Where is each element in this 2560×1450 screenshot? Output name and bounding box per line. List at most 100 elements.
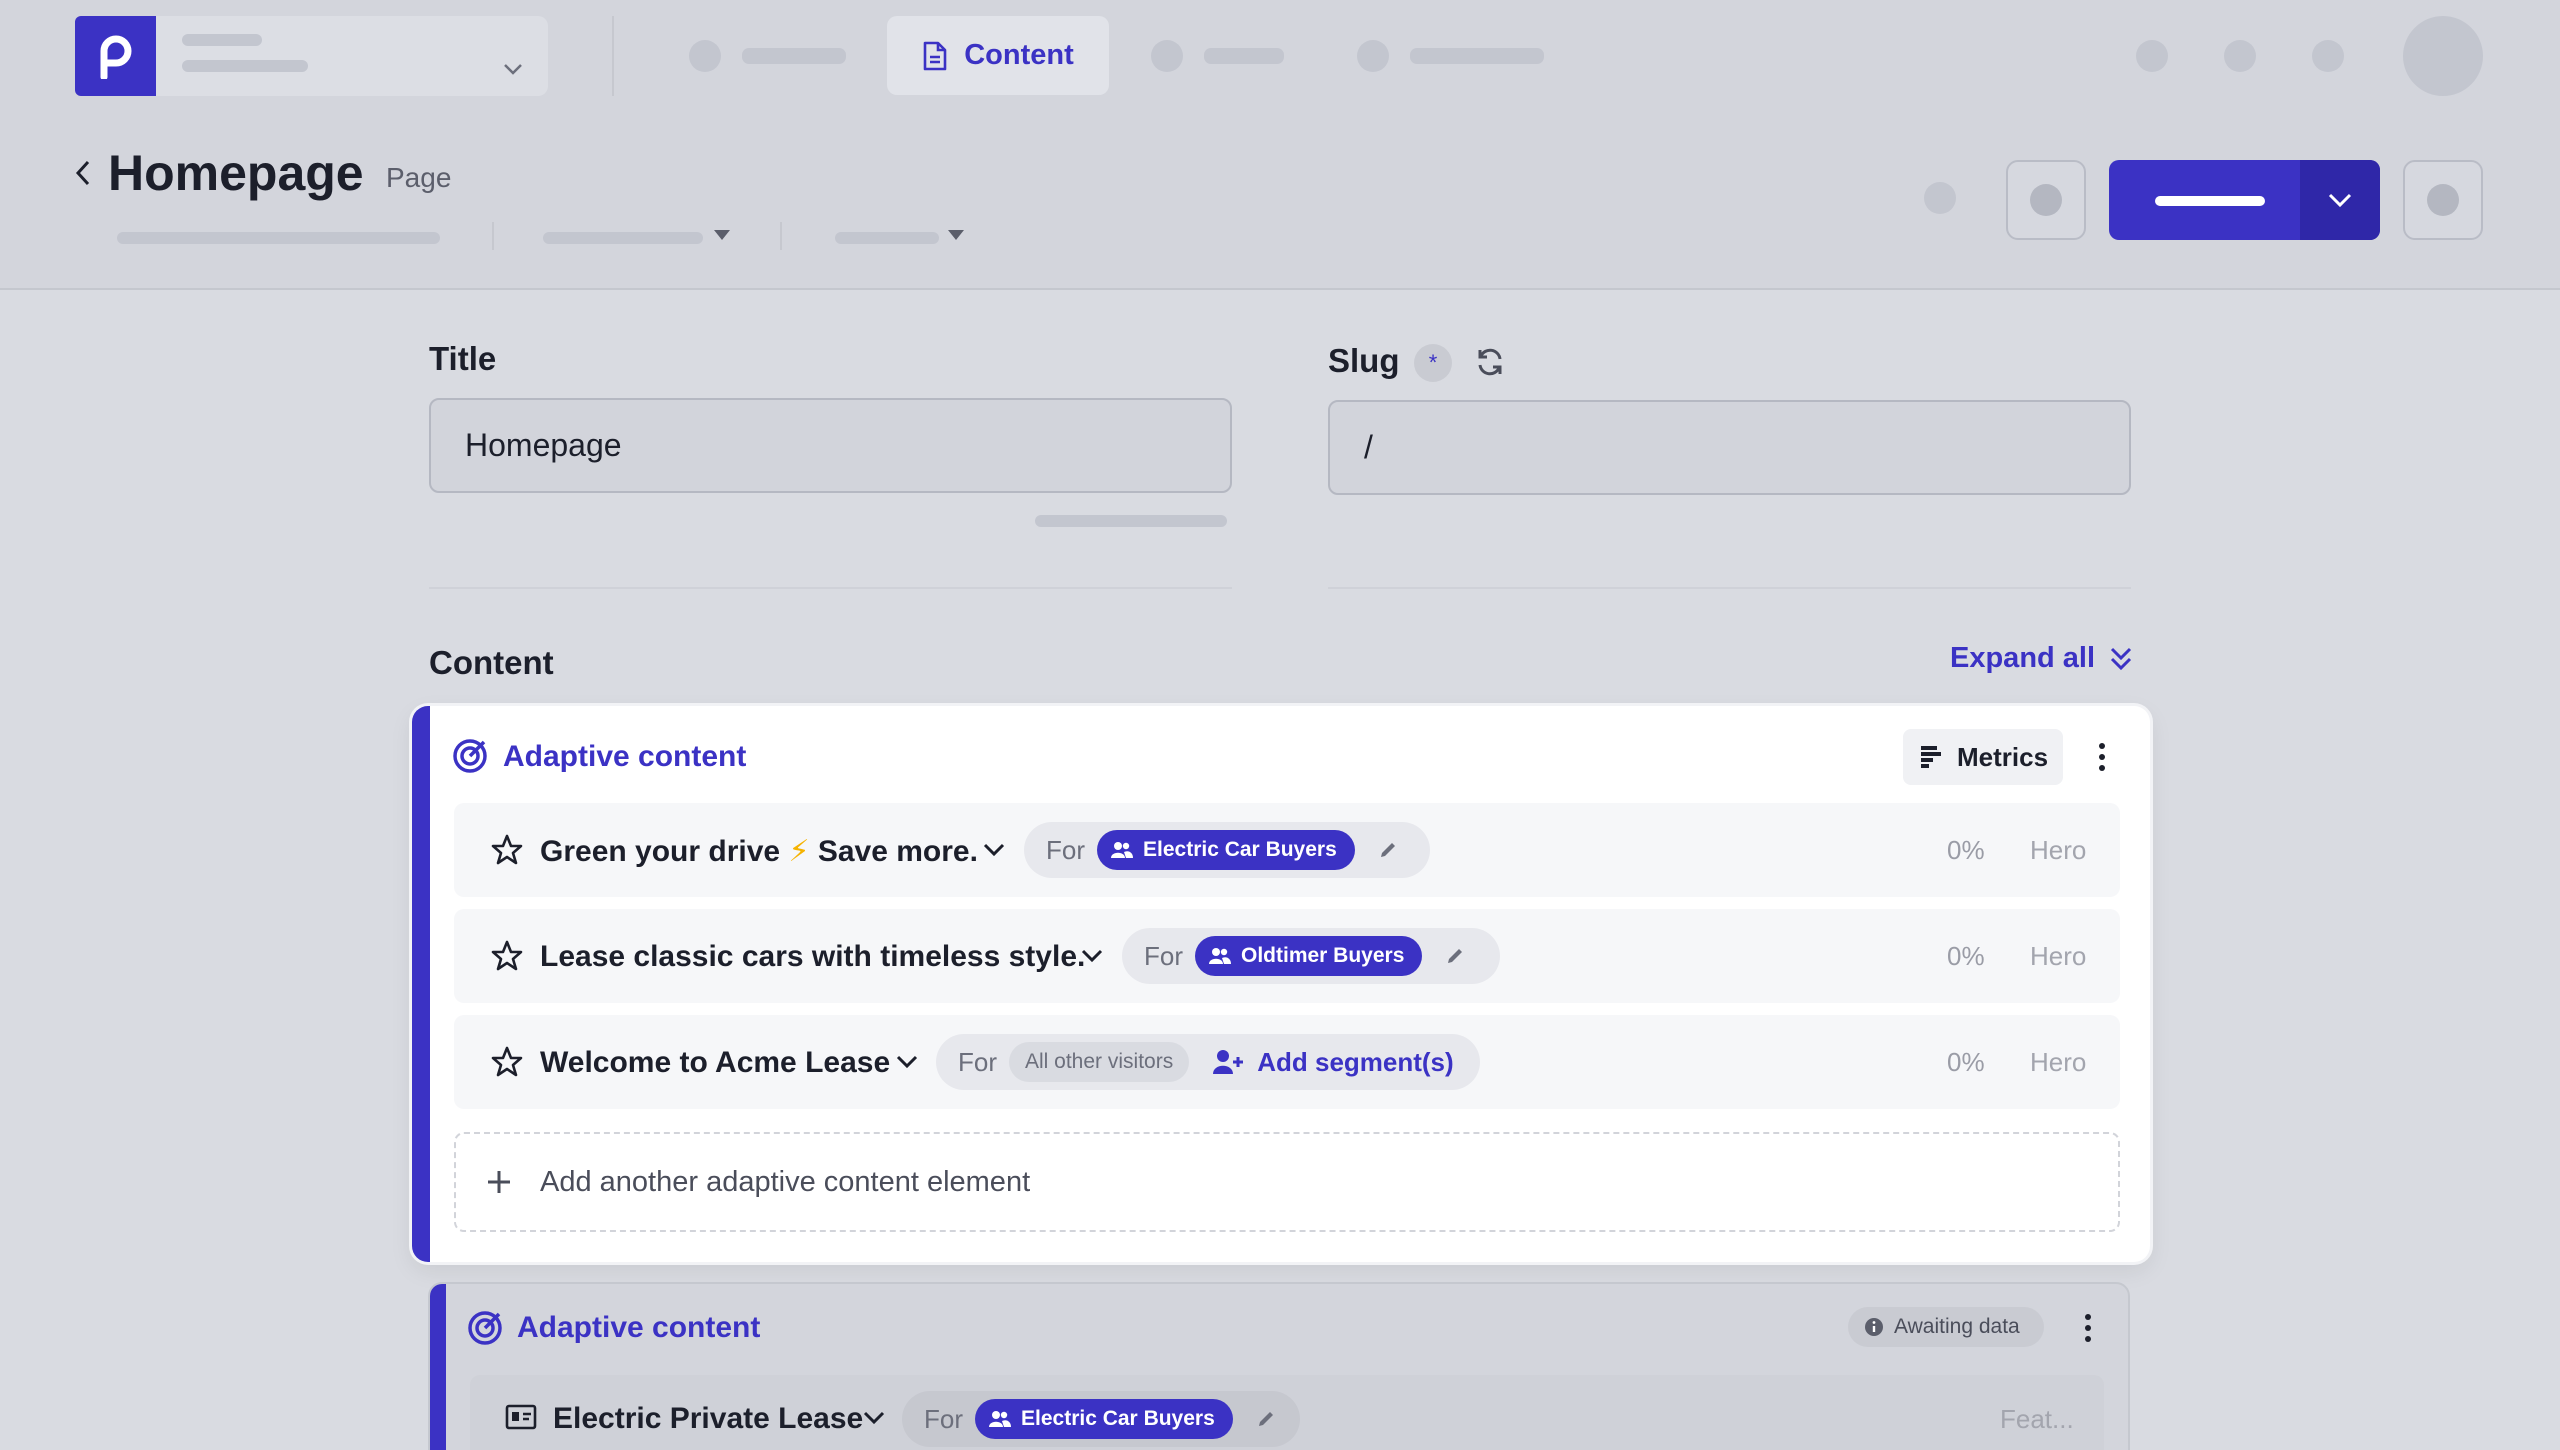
preview-button[interactable] [2006, 160, 2086, 240]
back-icon[interactable] [72, 158, 94, 188]
chevron-down-icon[interactable] [862, 1410, 886, 1426]
meta-divider [492, 222, 494, 250]
variant-percent: 0% [1947, 941, 1985, 971]
variant-title: Welcome to Acme Lease [540, 1046, 891, 1079]
bar-chart-icon [1921, 746, 1941, 768]
workspace-switcher[interactable] [156, 16, 548, 96]
segment-badge[interactable]: Electric Car Buyers [975, 1399, 1233, 1439]
lightning-emoji: ⚡ [788, 835, 810, 868]
metrics-label: Metrics [1957, 741, 2049, 772]
segment-badge[interactable]: All other visitors [1009, 1042, 1190, 1082]
chevron-down-icon[interactable] [895, 1054, 919, 1070]
add-segment-button[interactable]: Add segment(s) [1213, 1047, 1454, 1078]
caret-down-icon [948, 230, 964, 240]
users-icon [1209, 948, 1231, 964]
block-accent-stripe [430, 1284, 446, 1450]
status-dot-icon [1924, 182, 1956, 214]
variant-slot: Hero [2030, 835, 2087, 865]
for-label: For [1046, 834, 1085, 865]
page-title: Homepage [108, 145, 364, 201]
workspace-sub-placeholder [182, 60, 308, 72]
publish-button[interactable] [2109, 160, 2380, 240]
meta-dropdown-placeholder[interactable] [835, 232, 939, 244]
target-icon [453, 739, 487, 773]
meta-dropdown-placeholder[interactable] [543, 232, 703, 244]
nav-item-icon-placeholder [1357, 40, 1389, 72]
more-options-button[interactable] [2403, 160, 2483, 240]
star-icon[interactable] [490, 833, 524, 867]
star-icon[interactable] [490, 939, 524, 973]
kebab-icon [2085, 1314, 2091, 1342]
add-adaptive-element-button[interactable]: Add another adaptive content element [454, 1132, 2120, 1232]
chevron-down-icon[interactable] [982, 842, 1006, 858]
page-type-label: Page [386, 162, 452, 193]
title-input[interactable]: Homepage [429, 398, 1232, 493]
refresh-icon[interactable] [1474, 346, 1506, 378]
audience-pill[interactable]: For Electric Car Buyers [902, 1391, 1300, 1447]
block-accent-stripe [412, 706, 430, 1262]
add-user-icon [1213, 1050, 1244, 1074]
publish-label-placeholder [2155, 196, 2265, 206]
expand-all-button[interactable]: Expand all [1950, 642, 2133, 675]
meta-divider [780, 222, 782, 250]
users-icon [1111, 842, 1133, 858]
audience-pill[interactable]: For Oldtimer Buyers [1122, 928, 1500, 984]
segment-badge[interactable]: Electric Car Buyers [1097, 830, 1355, 870]
title-label: Title [429, 340, 497, 377]
variant-title: Lease classic cars with timeless style. [540, 940, 1086, 973]
help-icon[interactable] [2136, 40, 2168, 72]
caret-down-icon [714, 230, 730, 240]
logo-icon [100, 35, 131, 79]
tab-content[interactable]: Content [887, 16, 1109, 95]
slug-label: Slug [1328, 342, 1400, 379]
kebab-icon [2099, 743, 2105, 771]
chevron-down-icon[interactable] [1080, 948, 1104, 964]
required-badge: * [1414, 344, 1452, 382]
chevron-down-icon [2328, 193, 2352, 208]
variant-percent: 0% [1947, 1047, 1985, 1077]
audience-pill[interactable]: For Electric Car Buyers [1024, 822, 1430, 878]
nav-item-label-placeholder[interactable] [742, 48, 846, 64]
block-menu-button[interactable] [2076, 1311, 2100, 1350]
status-badge: Awaiting data [1848, 1307, 2044, 1347]
nav-item-icon-placeholder [689, 40, 721, 72]
segment-badge[interactable]: Oldtimer Buyers [1195, 936, 1423, 976]
block-title[interactable]: Adaptive content [517, 1311, 760, 1345]
for-label: For [958, 1046, 997, 1077]
divider [429, 587, 1232, 589]
variant-slot: Hero [2030, 1047, 2087, 1077]
variant-title: Electric Private Lease [553, 1402, 864, 1435]
star-icon[interactable] [490, 1045, 524, 1079]
chevron-down-icon [504, 64, 522, 75]
variant-slot: Hero [2030, 941, 2087, 971]
app-logo[interactable] [75, 16, 156, 96]
block-title[interactable]: Adaptive content [503, 740, 746, 774]
plus-icon [488, 1171, 510, 1193]
avatar[interactable] [2403, 16, 2483, 96]
double-chevron-down-icon [2110, 647, 2132, 670]
add-element-label: Add another adaptive content element [540, 1165, 1031, 1198]
workspace-name-placeholder [182, 34, 262, 46]
variant-slot: Feat... [2000, 1404, 2074, 1434]
nav-divider [612, 16, 614, 96]
nav-item-label-placeholder[interactable] [1410, 48, 1544, 64]
variant-percent: 0% [1947, 835, 1985, 865]
slug-input[interactable]: / [1328, 400, 2131, 495]
pencil-icon[interactable] [1444, 945, 1466, 967]
pencil-icon[interactable] [1377, 839, 1399, 861]
block-menu-button[interactable] [2090, 740, 2114, 779]
publish-options-button[interactable] [2300, 160, 2380, 240]
expand-all-label: Expand all [1950, 642, 2096, 674]
pencil-icon[interactable] [1255, 1408, 1277, 1430]
settings-icon[interactable] [2312, 40, 2344, 72]
metrics-button[interactable]: Metrics [1903, 729, 2063, 785]
nav-item-label-placeholder[interactable] [1204, 48, 1284, 64]
character-count-placeholder [1035, 515, 1227, 527]
content-section-label: Content [429, 644, 554, 681]
for-label: For [924, 1403, 963, 1434]
tab-content-label: Content [964, 39, 1074, 71]
notifications-icon[interactable] [2224, 40, 2256, 72]
audience-pill[interactable]: For All other visitors Add segment(s) [936, 1034, 1480, 1090]
id-card-icon [505, 1404, 537, 1430]
document-icon [923, 41, 947, 70]
